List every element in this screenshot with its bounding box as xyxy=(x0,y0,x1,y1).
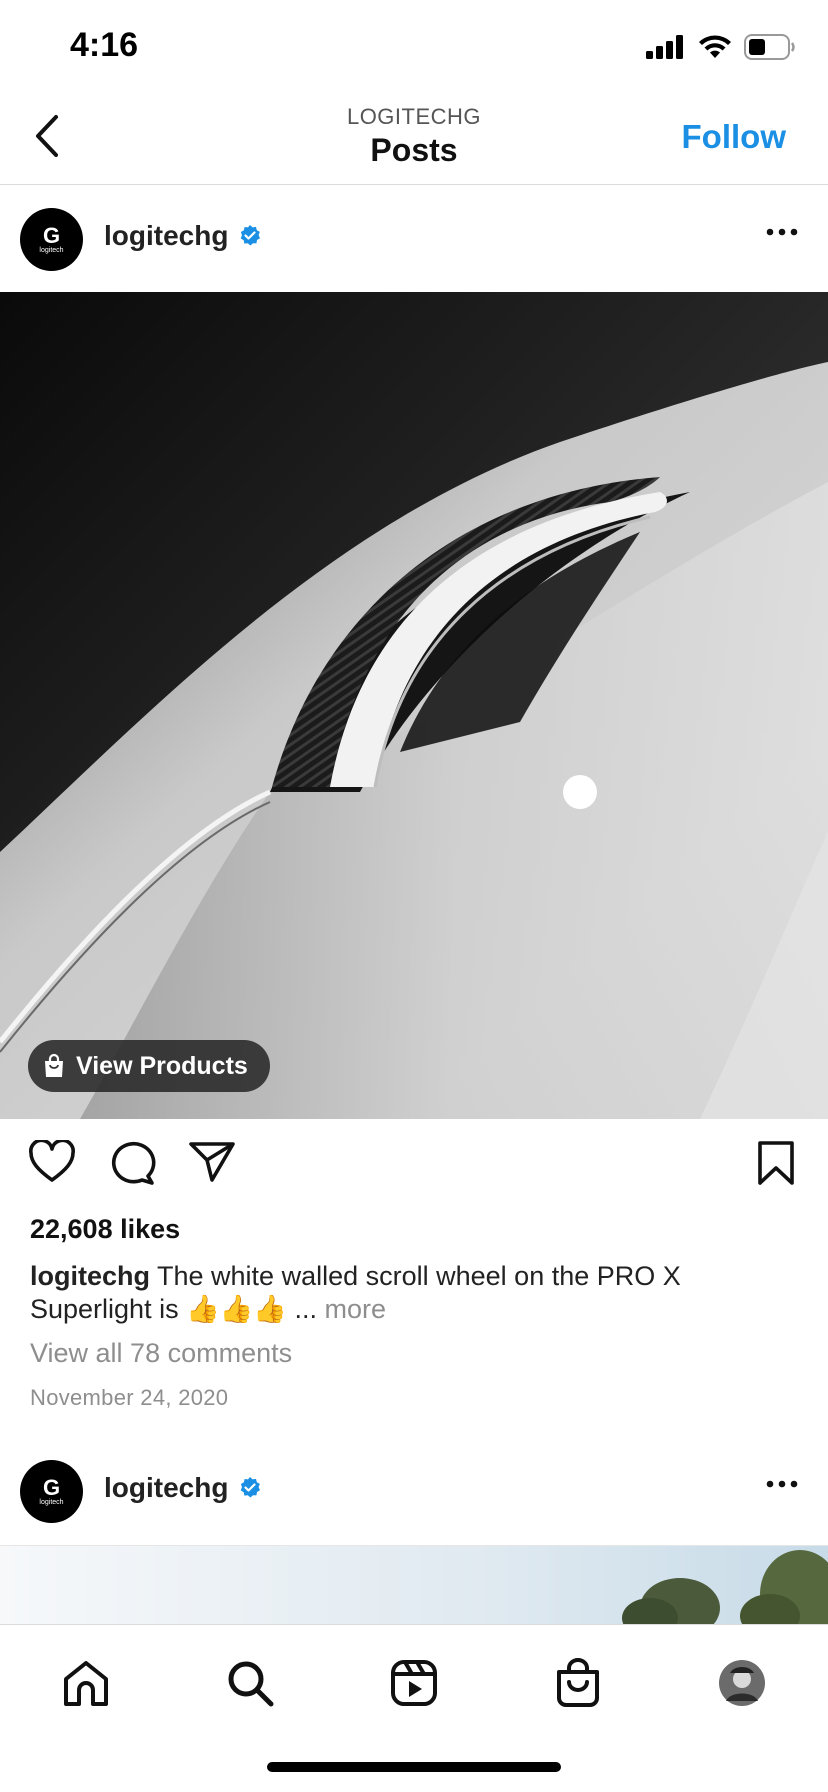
comment-bubble-icon xyxy=(111,1141,156,1185)
username-row: logitechg xyxy=(104,1472,262,1504)
tab-reels[interactable] xyxy=(386,1655,442,1711)
paper-plane-icon xyxy=(189,1142,235,1182)
heart-icon xyxy=(29,1138,75,1182)
mouse-photo xyxy=(0,292,828,1119)
verified-badge-icon xyxy=(241,225,261,246)
likes-count[interactable]: 22,608 likes xyxy=(30,1214,180,1245)
caption-username[interactable]: logitechg xyxy=(30,1261,150,1291)
ellipsis-icon xyxy=(766,228,798,236)
battery-icon xyxy=(744,34,795,60)
post-caption: logitechg The white walled scroll wheel … xyxy=(30,1260,790,1326)
nav-header: LOGITECHG Posts Follow xyxy=(0,96,828,185)
profile-avatar xyxy=(719,1660,765,1706)
share-button[interactable] xyxy=(188,1140,236,1189)
view-comments-link[interactable]: View all 78 comments xyxy=(30,1338,292,1369)
shopping-bag-icon xyxy=(45,1053,63,1077)
view-products-button[interactable]: View Products xyxy=(28,1040,270,1092)
shop-bag-icon xyxy=(557,1658,599,1707)
save-button[interactable] xyxy=(756,1140,796,1191)
home-icon xyxy=(64,1661,108,1706)
avatar[interactable]: G logitech xyxy=(20,1460,83,1523)
cellular-signal-icon xyxy=(646,35,683,59)
caption-more-link[interactable]: more xyxy=(324,1294,386,1324)
avatar-logo-mark: G xyxy=(42,1474,61,1500)
username[interactable]: logitechg xyxy=(104,220,228,252)
reels-icon xyxy=(391,1660,437,1706)
post-actions xyxy=(0,1138,828,1200)
next-post-header: G logitech logitechg xyxy=(0,1438,828,1544)
tab-search[interactable] xyxy=(222,1655,278,1711)
status-bar: 4:16 xyxy=(0,0,828,96)
comment-button[interactable] xyxy=(108,1140,156,1191)
username[interactable]: logitechg xyxy=(104,1472,228,1504)
tab-profile[interactable] xyxy=(714,1655,770,1711)
avatar-logo-word: logitech xyxy=(39,1498,64,1506)
follow-button[interactable]: Follow xyxy=(682,118,786,156)
view-products-label: View Products xyxy=(76,1051,248,1080)
tab-home[interactable] xyxy=(58,1655,114,1711)
avatar-logo-mark: G xyxy=(42,222,61,248)
verified-badge-icon xyxy=(241,1477,261,1498)
like-button[interactable] xyxy=(28,1138,76,1189)
ellipsis-icon xyxy=(766,1480,798,1488)
username-row: logitechg xyxy=(104,220,262,252)
status-time: 4:16 xyxy=(70,26,139,64)
avatar-logo-word: logitech xyxy=(39,246,64,254)
tab-bar xyxy=(0,1624,828,1792)
next-post-photo xyxy=(0,1546,828,1625)
home-indicator[interactable] xyxy=(267,1762,561,1772)
bookmark-icon xyxy=(758,1141,794,1185)
more-options-button[interactable] xyxy=(766,224,798,242)
status-icons xyxy=(646,34,796,60)
post-date: November 24, 2020 xyxy=(30,1385,229,1410)
more-options-button[interactable] xyxy=(766,1476,798,1494)
post-header: G logitech logitechg xyxy=(0,186,828,292)
wifi-icon xyxy=(699,35,731,58)
avatar[interactable]: G logitech xyxy=(20,208,83,271)
search-icon xyxy=(228,1661,274,1707)
next-post-image[interactable] xyxy=(0,1545,828,1625)
post-image[interactable]: View Products xyxy=(0,292,828,1119)
tab-shop[interactable] xyxy=(550,1655,606,1711)
caption-ellipsis: ... xyxy=(294,1294,317,1324)
